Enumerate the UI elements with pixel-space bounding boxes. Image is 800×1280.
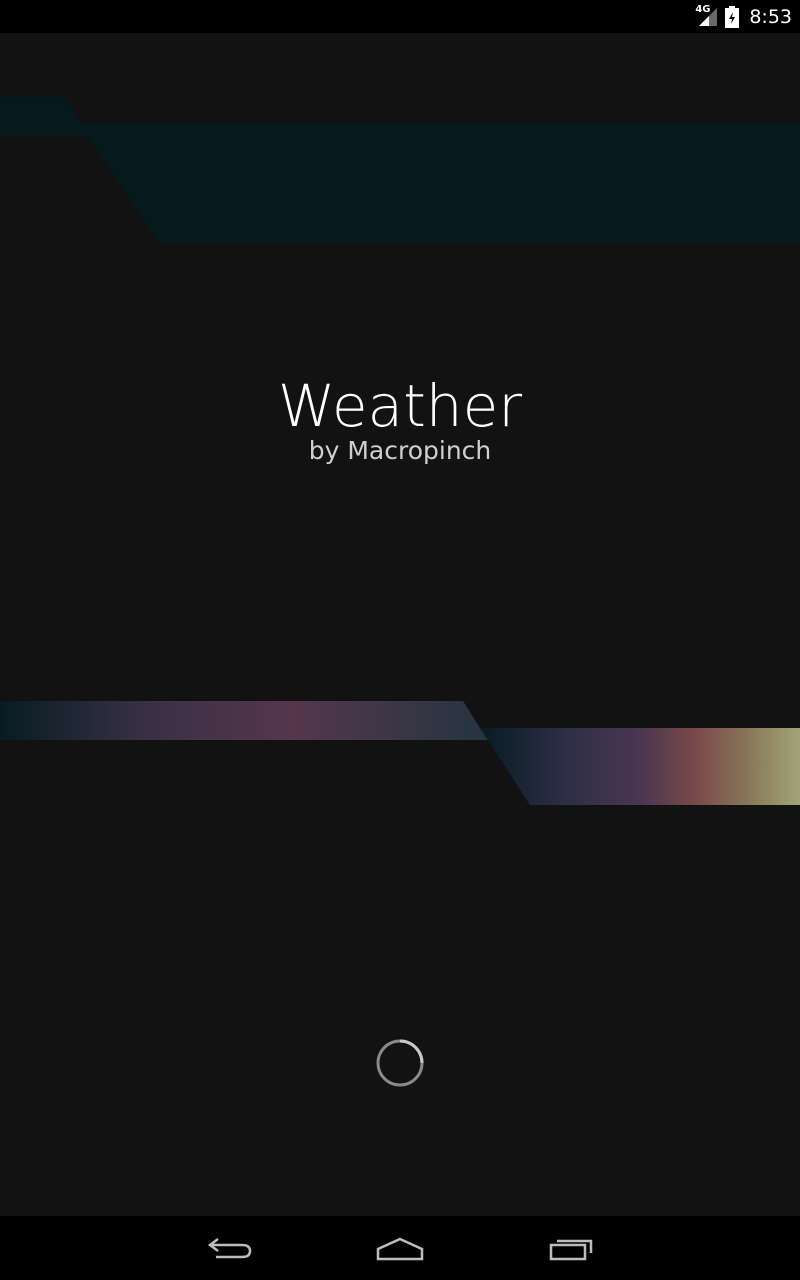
app-subtitle: by Macropinch <box>308 436 492 465</box>
back-button[interactable] <box>190 1226 270 1270</box>
recent-apps-icon <box>549 1239 593 1261</box>
spinner-icon <box>376 1039 424 1087</box>
bottom-band-right-shape <box>480 728 800 805</box>
app-title-block: Weather by Macropinch <box>0 370 800 468</box>
navigation-bar <box>0 1216 800 1280</box>
app-title: Weather <box>277 372 523 440</box>
decorative-bands <box>0 97 800 805</box>
home-button[interactable] <box>360 1226 440 1270</box>
status-icons: 4G 8:53 <box>695 4 792 30</box>
signal-icon: 4G <box>695 4 719 28</box>
battery-icon <box>725 6 740 28</box>
top-band-shape <box>0 97 800 242</box>
status-clock: 8:53 <box>749 6 792 28</box>
network-type: 4G <box>695 4 711 15</box>
recent-apps-button[interactable] <box>531 1226 611 1270</box>
bottom-band-left-shape <box>0 701 488 740</box>
back-icon <box>207 1238 252 1259</box>
home-icon <box>376 1237 424 1261</box>
status-bar: 4G 8:53 <box>0 0 800 33</box>
splash-screen: 4G 8:53 Weather by Macropinch <box>0 0 800 1280</box>
